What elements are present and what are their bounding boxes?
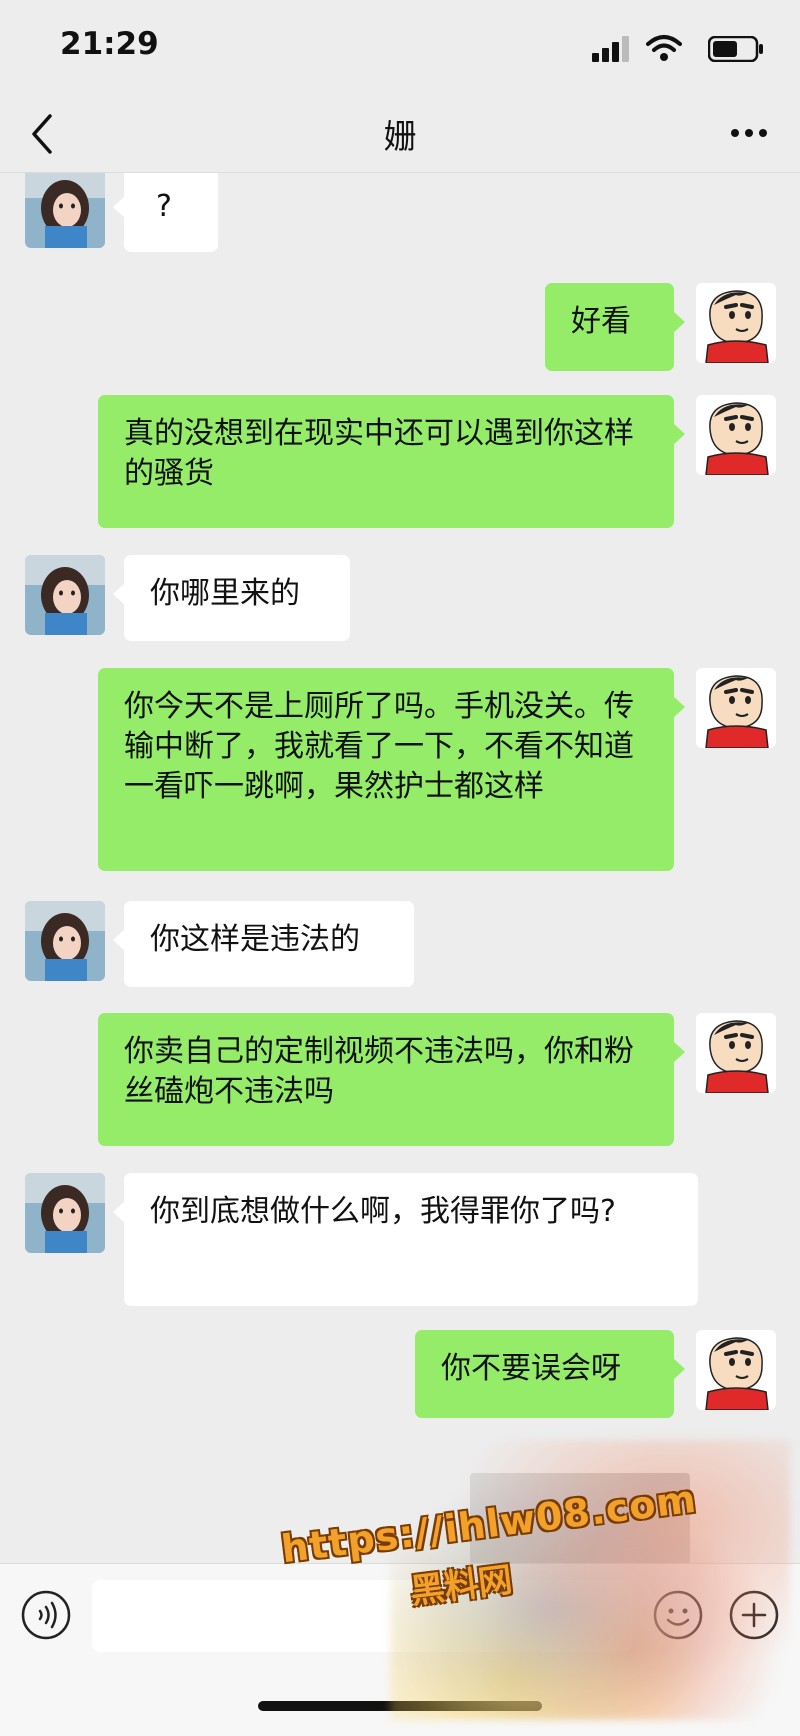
signal-icon bbox=[592, 36, 629, 62]
message-bubble-received[interactable]: 你到底想做什么啊，我得罪你了吗? bbox=[113, 1173, 698, 1306]
message-bubble-sent[interactable]: 你卖自己的定制视频不违法吗，你和粉丝磕炮不违法吗 bbox=[98, 1013, 685, 1146]
message-text: 你到底想做什么啊，我得罪你了吗? bbox=[150, 1194, 616, 1229]
contact-avatar[interactable] bbox=[25, 173, 105, 248]
input-bar bbox=[0, 1563, 800, 1736]
message-bubble-sent[interactable]: 真的没想到在现实中还可以遇到你这样的骚货 bbox=[98, 395, 685, 528]
my-avatar[interactable] bbox=[696, 668, 776, 748]
message-text: 你卖自己的定制视频不违法吗，你和粉丝磕炮不违法吗 bbox=[124, 1034, 634, 1109]
chat-header: 姗 bbox=[0, 96, 800, 173]
message-bubble-sent[interactable]: 你不要误会呀 bbox=[415, 1330, 685, 1418]
my-avatar[interactable] bbox=[696, 1013, 776, 1093]
image-message-partial[interactable] bbox=[470, 1473, 690, 1563]
home-indicator bbox=[258, 1701, 542, 1711]
contact-avatar[interactable] bbox=[25, 901, 105, 981]
message-bubble-sent[interactable]: 好看 bbox=[545, 283, 685, 371]
message-bubble-received[interactable]: 你这样是违法的 bbox=[113, 901, 414, 987]
status-time: 21:29 bbox=[60, 26, 159, 62]
message-text: 你这样是违法的 bbox=[150, 922, 360, 957]
message-bubble-sent[interactable]: 你今天不是上厕所了吗。手机没关。传输中断了，我就看了一下，不看不知道一看吓一跳啊… bbox=[98, 668, 685, 871]
message-text: 好看 bbox=[571, 304, 631, 339]
my-avatar[interactable] bbox=[696, 395, 776, 475]
message-text: 你哪里来的 bbox=[150, 576, 300, 611]
voice-icon[interactable] bbox=[20, 1589, 72, 1641]
my-avatar[interactable] bbox=[696, 283, 776, 363]
contact-avatar[interactable] bbox=[25, 1173, 105, 1253]
my-avatar[interactable] bbox=[696, 1330, 776, 1410]
add-icon[interactable] bbox=[728, 1589, 780, 1641]
message-text: 你今天不是上厕所了吗。手机没关。传输中断了，我就看了一下，不看不知道一看吓一跳啊… bbox=[124, 689, 634, 804]
contact-avatar[interactable] bbox=[25, 555, 105, 635]
emoji-icon[interactable] bbox=[652, 1589, 704, 1641]
message-input[interactable] bbox=[92, 1580, 632, 1652]
message-text: ? bbox=[156, 189, 172, 224]
message-bubble-received[interactable]: ? bbox=[113, 173, 218, 252]
status-bar: 21:29 bbox=[0, 0, 800, 96]
chat-title: 姗 bbox=[383, 117, 417, 156]
message-text: 真的没想到在现实中还可以遇到你这样的骚货 bbox=[124, 416, 634, 491]
message-list[interactable]: ? 好看 真的没想到在现实中还可以遇到你这样的骚货 你哪里来的 你今天不是上厕所… bbox=[0, 173, 800, 1563]
message-text: 你不要误会呀 bbox=[441, 1351, 621, 1386]
message-bubble-received[interactable]: 你哪里来的 bbox=[113, 555, 350, 641]
wifi-icon bbox=[646, 35, 682, 61]
battery-icon bbox=[708, 36, 763, 62]
more-options-icon[interactable] bbox=[728, 118, 770, 148]
